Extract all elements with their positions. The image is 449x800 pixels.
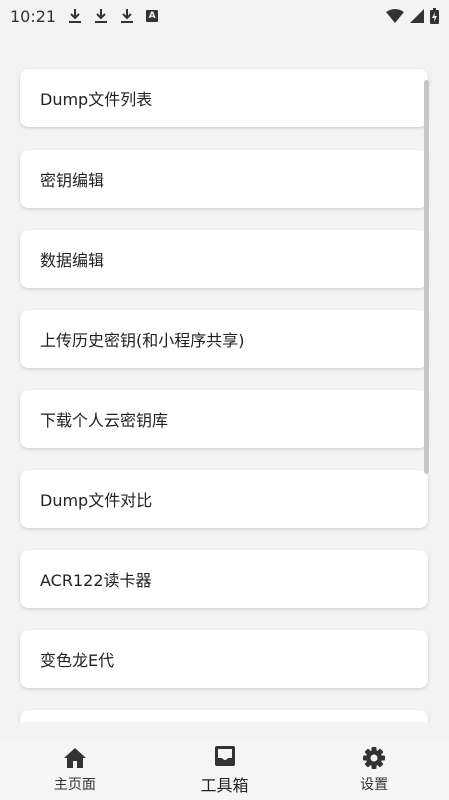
menu-item-label: 下载个人云密钥库 — [40, 411, 169, 430]
nav-toolbox-label: 工具箱 — [200, 776, 249, 795]
download-icon — [95, 9, 108, 23]
a-badge-icon: A — [146, 10, 159, 22]
home-icon — [63, 748, 86, 768]
menu-item-dump-list[interactable]: Dump文件列表 — [20, 69, 428, 127]
signal-icon — [410, 9, 424, 23]
inbox-icon — [214, 746, 235, 766]
menu-item-label: 上传历史密钥(和小程序共享) — [40, 331, 245, 350]
nav-settings[interactable]: 设置 — [299, 740, 449, 800]
menu-item-acr122[interactable]: ACR122读卡器 — [20, 550, 428, 608]
download-icon — [69, 9, 82, 23]
menu-item-partial[interactable] — [20, 710, 428, 722]
download-icon — [121, 9, 134, 23]
menu-item-label: 密钥编辑 — [40, 171, 105, 190]
menu-item-label: Dump文件对比 — [40, 491, 153, 510]
menu-item-label: Dump文件列表 — [40, 90, 153, 109]
menu-item-label: 数据编辑 — [40, 251, 105, 270]
nav-settings-label: 设置 — [360, 777, 389, 793]
menu-item-label: 变色龙E代 — [40, 651, 115, 670]
bottom-nav: 主页面 工具箱 设置 — [0, 740, 449, 800]
status-time: 10:21 — [10, 6, 57, 26]
menu-item-key-edit[interactable]: 密钥编辑 — [20, 150, 428, 208]
menu-item-chameleon[interactable]: 变色龙E代 — [20, 630, 428, 688]
status-bar: 10:21 A — [0, 0, 449, 32]
scrollbar[interactable] — [424, 80, 429, 474]
status-right — [386, 8, 439, 24]
nav-home[interactable]: 主页面 — [0, 740, 150, 800]
status-left: 10:21 A — [10, 6, 159, 26]
menu-item-download-cloud-keys[interactable]: 下载个人云密钥库 — [20, 390, 428, 448]
nav-home-label: 主页面 — [53, 777, 96, 793]
battery-icon — [430, 8, 439, 24]
toolbox-list[interactable]: Dump文件列表 密钥编辑 数据编辑 上传历史密钥(和小程序共享) 下载个人云密… — [0, 32, 449, 722]
menu-item-label: ACR122读卡器 — [40, 571, 152, 590]
wifi-icon — [386, 9, 404, 23]
gear-icon — [363, 747, 386, 769]
nav-toolbox[interactable]: 工具箱 — [150, 740, 300, 800]
menu-item-data-edit[interactable]: 数据编辑 — [20, 230, 428, 288]
menu-item-dump-compare[interactable]: Dump文件对比 — [20, 470, 428, 528]
menu-item-upload-keys[interactable]: 上传历史密钥(和小程序共享) — [20, 310, 428, 368]
